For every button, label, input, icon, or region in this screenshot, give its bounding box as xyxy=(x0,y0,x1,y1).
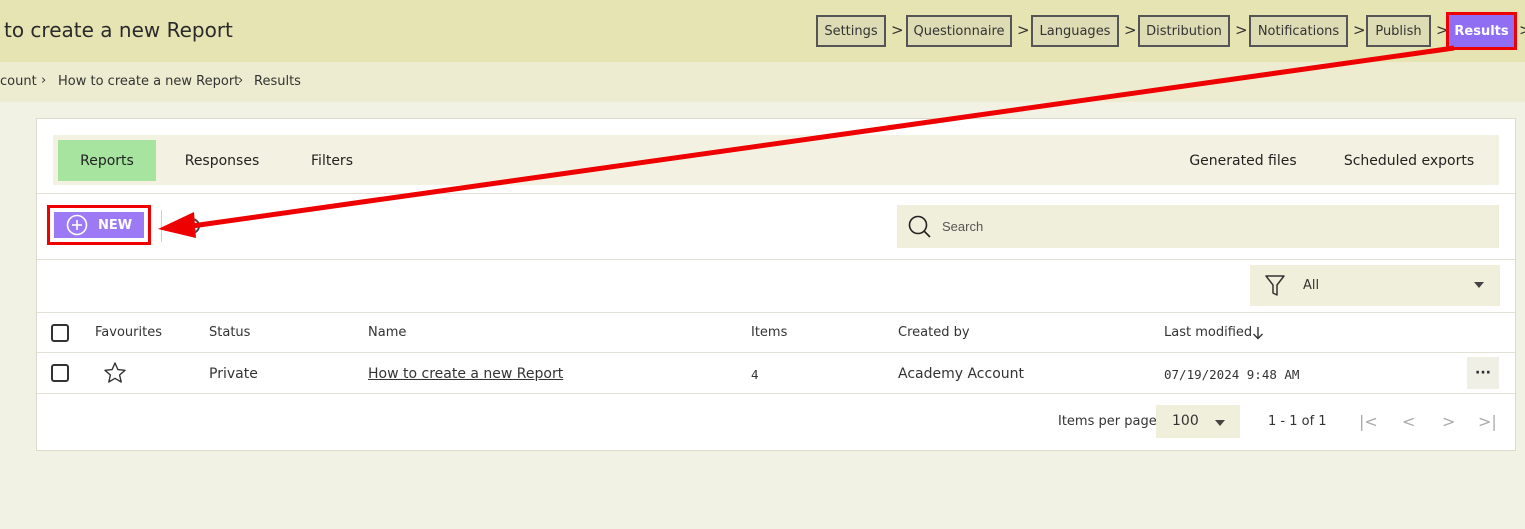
column-header-status[interactable]: Status xyxy=(209,325,250,340)
step-settings[interactable]: Settings xyxy=(816,15,886,47)
page-range: 1 - 1 of 1 xyxy=(1268,414,1327,429)
divider xyxy=(37,352,1515,353)
step-questionnaire[interactable]: Questionnaire xyxy=(906,15,1012,47)
breadcrumb-item-report[interactable]: How to create a new Report xyxy=(58,74,239,89)
sort-down-arrow-icon[interactable] xyxy=(1252,326,1264,340)
chevron-right-icon: > xyxy=(1017,21,1030,39)
column-header-created-by[interactable]: Created by xyxy=(898,325,970,340)
chevron-right-icon: > xyxy=(1353,21,1366,39)
refresh-icon[interactable] xyxy=(184,218,200,234)
search-input[interactable] xyxy=(942,219,1462,234)
new-button-label: NEW xyxy=(98,217,133,233)
row-items: 4 xyxy=(751,367,759,382)
filter-value: All xyxy=(1303,278,1320,293)
chevron-right-icon: › xyxy=(41,73,47,88)
chevron-right-icon: > xyxy=(891,21,904,39)
divider xyxy=(37,393,1515,394)
chevron-right-icon: > xyxy=(1235,21,1248,39)
tab-responses[interactable]: Responses xyxy=(172,140,272,181)
step-languages[interactable]: Languages xyxy=(1031,15,1119,47)
workflow-steps: Settings > Questionnaire > Languages > D… xyxy=(0,0,1525,62)
caret-down-icon xyxy=(1215,420,1225,426)
divider xyxy=(37,193,1515,194)
chevron-right-icon: › xyxy=(238,73,244,88)
items-per-page-select[interactable]: 100 xyxy=(1156,405,1240,438)
breadcrumb-item-results: Results xyxy=(254,74,301,89)
more-icon[interactable]: ··· xyxy=(1467,357,1499,389)
last-page-icon[interactable]: >| xyxy=(1478,412,1497,431)
select-all-checkbox[interactable] xyxy=(51,324,69,342)
tab-reports[interactable]: Reports xyxy=(58,140,156,181)
chevron-right-icon: > xyxy=(1519,21,1525,39)
search-box[interactable] xyxy=(897,205,1499,248)
breadcrumb-item-account[interactable]: count xyxy=(0,74,37,89)
per-page-value: 100 xyxy=(1172,413,1199,429)
row-name-link[interactable]: How to create a new Report xyxy=(368,366,563,382)
divider xyxy=(37,312,1515,313)
next-page-icon[interactable]: > xyxy=(1442,412,1455,431)
step-publish[interactable]: Publish xyxy=(1366,15,1431,47)
new-report-button-highlight[interactable]: NEW xyxy=(47,205,151,245)
plus-circle-icon xyxy=(66,214,88,236)
visibility-filter-select[interactable]: All xyxy=(1250,265,1500,306)
row-status: Private xyxy=(209,366,258,382)
row-created-by: Academy Account xyxy=(898,366,1025,382)
step-notifications[interactable]: Notifications xyxy=(1249,15,1348,47)
new-report-button[interactable]: NEW xyxy=(54,212,144,238)
items-per-page-label: Items per page xyxy=(1058,414,1157,429)
step-distribution[interactable]: Distribution xyxy=(1138,15,1230,47)
column-header-favourites[interactable]: Favourites xyxy=(95,325,162,340)
prev-page-icon[interactable]: < xyxy=(1402,412,1415,431)
tab-scheduled-exports[interactable]: Scheduled exports xyxy=(1334,140,1484,181)
tab-generated-files[interactable]: Generated files xyxy=(1180,140,1306,181)
search-icon xyxy=(908,215,931,238)
star-icon[interactable] xyxy=(103,361,127,385)
row-checkbox[interactable] xyxy=(51,364,69,382)
funnel-icon xyxy=(1265,275,1285,296)
first-page-icon[interactable]: |< xyxy=(1359,412,1378,431)
row-last-modified: 07/19/2024 9:48 AM xyxy=(1164,367,1300,382)
divider xyxy=(37,259,1515,260)
column-header-name[interactable]: Name xyxy=(368,325,406,340)
step-results[interactable]: Results xyxy=(1446,12,1517,50)
chevron-right-icon: > xyxy=(1124,21,1137,39)
tab-filters[interactable]: Filters xyxy=(296,140,368,181)
column-header-last-modified[interactable]: Last modified xyxy=(1164,325,1252,340)
column-header-items[interactable]: Items xyxy=(751,325,787,340)
toolbar-divider xyxy=(161,210,162,242)
caret-down-icon xyxy=(1474,282,1484,288)
